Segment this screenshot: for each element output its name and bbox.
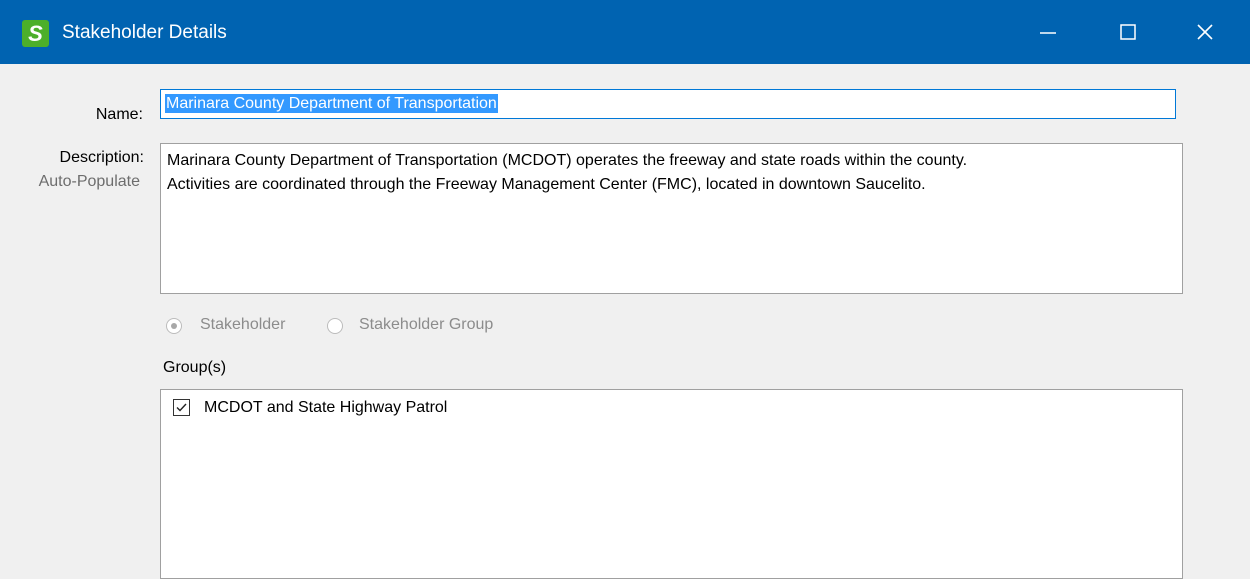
minimize-button[interactable] xyxy=(1003,0,1093,64)
auto-populate-link[interactable]: Auto-Populate xyxy=(12,173,140,191)
name-label: Name: xyxy=(95,106,143,123)
checkbox[interactable] xyxy=(173,399,190,416)
minimize-icon xyxy=(1040,32,1056,34)
radio-selected-icon xyxy=(166,318,182,334)
title-bar: S Stakeholder Details xyxy=(0,0,1250,64)
radio-stakeholder-label: Stakeholder xyxy=(200,316,286,333)
description-label: Description: xyxy=(59,149,144,166)
name-value: Marinara County Department of Transporta… xyxy=(165,94,498,113)
groups-label: Group(s) xyxy=(163,359,227,376)
description-textarea[interactable]: Marinara County Department of Transporta… xyxy=(160,143,1183,294)
checkmark-icon xyxy=(176,403,187,412)
close-icon xyxy=(1197,24,1213,40)
name-input[interactable]: Marinara County Department of Transporta… xyxy=(160,89,1176,119)
radio-unselected-icon xyxy=(327,318,343,334)
groups-list[interactable]: MCDOT and State Highway Patrol xyxy=(160,389,1183,579)
maximize-icon xyxy=(1120,24,1136,40)
radio-stakeholder-group-label: Stakeholder Group xyxy=(359,316,494,333)
group-item-label: MCDOT and State Highway Patrol xyxy=(204,399,448,416)
app-logo-icon: S xyxy=(22,20,49,47)
window-title: Stakeholder Details xyxy=(62,22,227,43)
close-button[interactable] xyxy=(1160,0,1250,64)
